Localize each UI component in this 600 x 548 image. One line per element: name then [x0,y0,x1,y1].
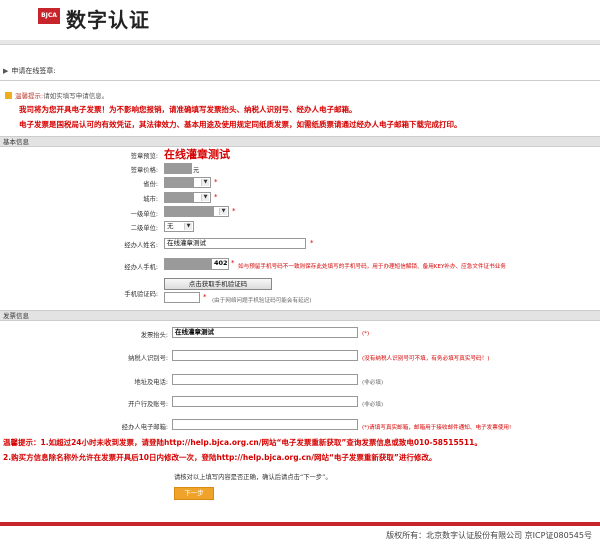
level1-label: 一级单位: [130,211,158,218]
required-star: * [310,239,314,247]
name-input[interactable]: 在线灌章测试 [164,238,306,249]
chevron-down-icon: ▼ [201,194,209,201]
chevron-down-icon: ▼ [184,223,192,230]
warning-line-1: 温馨提示：1.如超过24小时未收到发票，请登陆http://help.bjca.… [3,438,482,447]
phone-input[interactable]: 402 [211,258,229,270]
taxid-label: 纳税人识别号: [128,355,168,362]
invoice-info-header: 发票信息 [0,310,600,321]
level2-select[interactable]: 无 ▼ [164,221,194,232]
footer-copyright: 版权所有：北京数字认证股份有限公司 京ICP证080545号 [386,531,592,540]
required-star: * [214,178,218,186]
taxid-note: (没有纳税人识别号可不填，有务必填写真实号码！) [362,356,490,362]
address-note: (非必填) [362,380,384,386]
sms-code-input[interactable] [164,292,200,303]
bank-label: 开户行及账号: [128,401,168,408]
notice-line-1: 我司将为您开具电子发票！为不影响您报销，请准确填写发票抬头、纳税人识别号、经办人… [19,105,357,114]
warning-line-2: 2.购买方信息除名称外允许在发票开具后10日内修改一次，登陆http://hel… [3,453,437,462]
email-label: 经办人电子邮箱: [121,424,168,431]
city-select[interactable]: ▼ [193,192,211,203]
required-star: * [203,293,207,301]
seal-price-label: 签章价格: [130,167,158,174]
section-title-text: 申请在线签章: [11,67,56,75]
address-label: 地址及电话: [134,379,168,386]
province-value [164,177,194,188]
level1-select[interactable]: ▼ [213,206,229,217]
level1-value [164,206,214,217]
required-star: * [232,207,236,215]
phone-masked [164,258,212,270]
header-divider [0,40,600,45]
confirm-text: 请核对以上填写内容是否正确，确认后请点击“下一步”。 [174,474,332,481]
province-label: 省份: [143,181,158,188]
required-star: * [214,193,218,201]
seal-preview-value: 在线灌章测试 [164,148,230,161]
code-label: 手机验证码: [124,291,158,298]
name-label: 经办人姓名: [124,242,158,249]
taxid-input[interactable] [172,350,358,361]
invoice-title-input[interactable]: 在线灌章测试 [172,327,358,338]
address-input[interactable] [172,374,358,385]
tip-line: 温馨提示:请如实填写申请信息。 [5,90,108,100]
footer-bar [0,522,600,526]
bank-note: (非必填) [362,402,384,408]
triangle-right-icon: ▶ [3,67,9,75]
level2-value: 无 [167,222,174,230]
chevron-down-icon: ▼ [219,208,227,215]
warning-icon [5,92,12,99]
tip-label: 温馨提示: [15,92,44,100]
province-select[interactable]: ▼ [193,177,211,188]
tip-text: 请如实填写申请信息。 [43,92,109,100]
city-label: 城市: [143,196,158,203]
bank-input[interactable] [172,396,358,407]
seal-price-unit: 元 [193,167,200,174]
email-note: (*)请填写真实邮箱，邮箱用于接收邮件通知、电子发票使用! [362,425,512,431]
phone-note: 如与预留手机号码不一致则保存此处填写的手机号码，用于办理短信解锁、备用KEY补办… [238,264,506,270]
code-note: (由于网络问题手机验证码可能会有延迟) [212,298,312,304]
next-step-button[interactable]: 下一步 [174,487,214,500]
get-sms-code-button[interactable]: 点击获取手机验证码 [164,278,272,290]
phone-label: 经办人手机: [124,264,158,271]
divider [0,80,600,81]
page-header: BJCA 数字认证 [0,0,600,40]
email-input[interactable] [172,419,358,430]
chevron-down-icon: ▼ [201,179,209,186]
level2-label: 二级单位: [130,225,158,232]
bjca-logo: BJCA [38,8,60,24]
logo-title: 数字认证 [66,8,150,32]
section-title: ▶ 申请在线签章: [3,66,56,76]
seal-price-value [164,163,192,174]
basic-info-header: 基本信息 [0,136,600,147]
seal-preview-label: 签章预览: [130,153,158,160]
required-star: * [231,259,235,267]
city-value [164,192,194,203]
invoice-title-required: (*) [362,331,370,337]
notice-line-2: 电子发票是国税局认可的有效凭证，其法律效力、基本用途及使用规定同纸质发票，如需纸… [19,120,462,129]
invoice-title-label: 发票抬头: [140,332,168,339]
